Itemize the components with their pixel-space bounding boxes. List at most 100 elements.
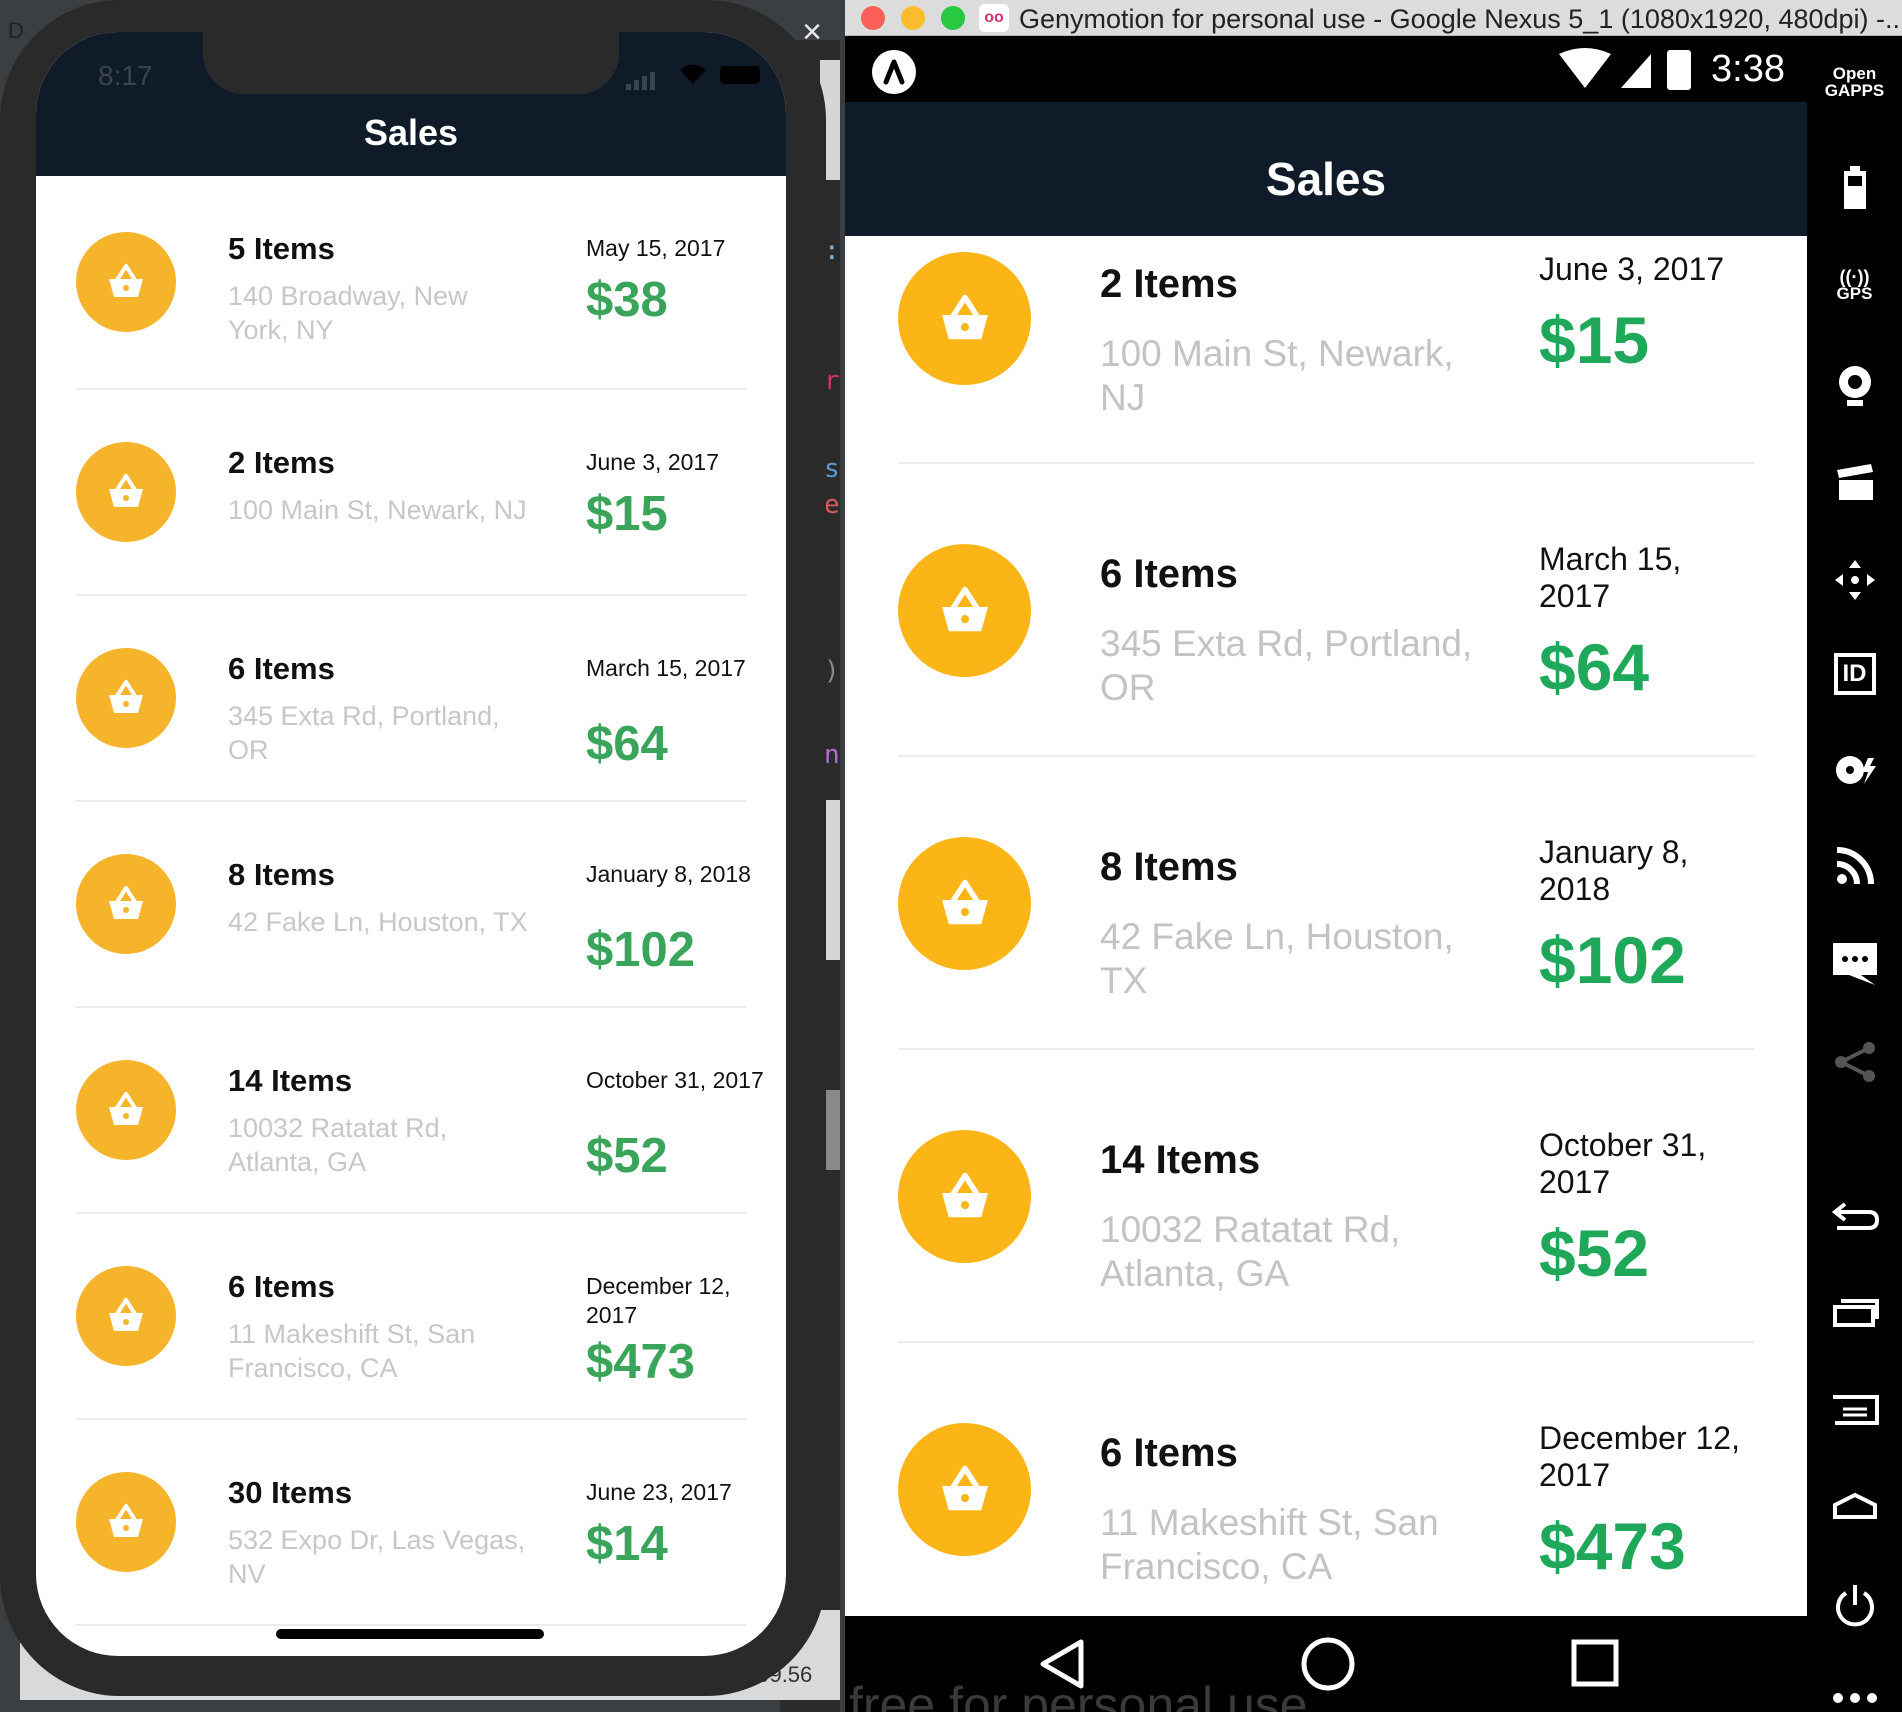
webcam-button[interactable] <box>1807 356 1902 416</box>
sale-item-count: 2 Items <box>228 445 335 480</box>
home-button[interactable] <box>1807 1476 1902 1536</box>
maximize-window-button[interactable] <box>941 6 965 30</box>
sale-item-count: 5 Items <box>228 231 335 266</box>
sale-item-count: 8 Items <box>1100 845 1238 889</box>
menu-button[interactable] <box>1807 1380 1902 1440</box>
editor-fragment: r <box>824 366 840 396</box>
recent-apps-button[interactable] <box>1807 1282 1902 1342</box>
wifi-icon <box>680 64 706 84</box>
sale-price: $64 <box>1539 630 1650 704</box>
sale-row[interactable]: 6 Items 345 Exta Rd, Portland, OR March … <box>898 464 1754 757</box>
open-gapps-label: Open GAPPS <box>1824 64 1885 100</box>
sale-row[interactable]: 14 Items 10032 Ratatat Rd, Atlanta, GA O… <box>76 1008 764 1214</box>
sale-address: 140 Broadway, New York, NY <box>228 281 468 345</box>
message-icon <box>1832 943 1877 985</box>
gps-button[interactable]: ((·)) GPS <box>1807 256 1902 316</box>
home-icon <box>1832 1492 1877 1519</box>
sale-date: May 15, 2017 <box>586 235 726 261</box>
shopping-basket-icon <box>76 232 176 332</box>
sale-row[interactable]: 6 Items 11 Makeshift St, San Francisco, … <box>898 1343 1754 1636</box>
sale-row[interactable]: 8 Items 42 Fake Ln, Houston, TX January … <box>898 757 1754 1050</box>
shopping-basket-icon <box>898 1422 1031 1556</box>
genymotion-logo-icon: oo <box>979 4 1009 32</box>
shopping-basket-icon <box>76 442 176 542</box>
sale-price: $473 <box>1539 1509 1686 1583</box>
shopping-basket-icon <box>76 854 176 954</box>
power-button[interactable] <box>1807 1576 1902 1636</box>
sale-price: $52 <box>586 1129 668 1183</box>
sale-item-count: 14 Items <box>228 1063 353 1098</box>
sale-date: June 3, 2017 <box>586 449 720 475</box>
sale-date: January 8, 2018 <box>1539 834 1689 907</box>
minimize-window-button[interactable] <box>901 6 925 30</box>
ios-notch <box>203 32 619 94</box>
editor-fragment: ) <box>824 656 840 686</box>
sale-address: 100 Main St, Newark, NJ <box>228 495 527 525</box>
dpad-button[interactable] <box>1807 550 1902 610</box>
close-window-button[interactable] <box>861 6 885 30</box>
sales-list-content: 2 Items 100 Main St, Newark, NJ June 3, … <box>845 236 1807 1636</box>
sale-row[interactable]: 14 Items 10032 Ratatat Rd, Atlanta, GA O… <box>898 1050 1754 1343</box>
sale-row[interactable]: 2 Items 100 Main St, Newark, NJ June 3, … <box>76 390 746 596</box>
watermark-text: free for personal use <box>849 1677 1308 1712</box>
disk-io-button[interactable] <box>1807 740 1902 800</box>
sale-address: 100 Main St, Newark, NJ <box>1100 333 1454 418</box>
phone-sms-button[interactable] <box>1807 934 1902 994</box>
battery-button[interactable] <box>1807 158 1902 218</box>
share-icon <box>1834 1042 1875 1082</box>
sale-price: $64 <box>586 717 668 771</box>
window-title: Genymotion for personal use - Google Nex… <box>1019 4 1902 34</box>
sales-list[interactable]: 2 Items 100 Main St, Newark, NJ June 3, … <box>845 236 1807 1652</box>
genymotion-toolbar: Open GAPPS ((·)) GPS ID <box>1807 36 1902 1712</box>
signal-icon <box>1621 54 1651 88</box>
network-button[interactable] <box>1807 836 1902 896</box>
back-button[interactable] <box>1807 1186 1902 1246</box>
sale-row[interactable]: 6 Items 345 Exta Rd, Portland, OR March … <box>76 596 746 802</box>
ios-status-time: 8:17 <box>98 60 153 91</box>
gps-icon: ((·)) <box>1839 267 1870 287</box>
gps-label: GPS <box>1836 284 1873 303</box>
id-label: ID <box>1842 660 1867 687</box>
android-status-time: 3:38 <box>1711 48 1785 90</box>
shopping-basket-icon <box>76 648 176 748</box>
sale-address: 11 Makeshift St, San Francisco, CA <box>228 1319 476 1383</box>
sale-row[interactable]: 2 Items 100 Main St, Newark, NJ June 3, … <box>898 236 1754 464</box>
sale-row[interactable]: 6 Items 11 Makeshift St, San Francisco, … <box>76 1214 746 1420</box>
close-icon[interactable]: × <box>794 14 830 50</box>
more-button[interactable] <box>1807 1668 1902 1712</box>
ios-screen: 8:17 Sales 5 Items 140 Broadway, New Yor… <box>36 32 786 1656</box>
webcam-icon <box>1838 366 1871 406</box>
more-icon <box>1832 1693 1877 1703</box>
home-icon[interactable] <box>1300 1636 1356 1692</box>
sale-row[interactable]: 30 Items 532 Expo Dr, Las Vegas, NV June… <box>76 1420 746 1626</box>
home-indicator[interactable] <box>276 1629 544 1639</box>
sale-date: December 12, 2017 <box>1539 1420 1740 1493</box>
open-gapps-button[interactable]: Open GAPPS <box>1807 52 1902 112</box>
genymotion-title-bar: oo Genymotion for personal use - Google … <box>845 0 1902 36</box>
share-button[interactable] <box>1807 1032 1902 1092</box>
recent-apps-icon[interactable] <box>1570 1638 1620 1688</box>
signal-bar <box>626 84 631 90</box>
sale-item-count: 6 Items <box>228 651 335 686</box>
android-app-bar: Sales <box>845 102 1807 236</box>
sales-list[interactable]: 5 Items 140 Broadway, New York, NY May 1… <box>36 176 786 1626</box>
sale-price: $15 <box>586 487 668 541</box>
sale-row[interactable]: 5 Items 140 Broadway, New York, NY May 1… <box>76 176 746 390</box>
disk-io-icon <box>1835 756 1876 784</box>
sale-row[interactable]: 8 Items 42 Fake Ln, Houston, TX January … <box>76 802 751 1008</box>
sale-item-count: 6 Items <box>228 1269 335 1304</box>
ios-simulator-frame: 8:17 Sales 5 Items 140 Broadway, New Yor… <box>0 0 826 1696</box>
wifi-icon <box>1559 48 1611 88</box>
screencast-button[interactable] <box>1807 452 1902 512</box>
sale-price: $15 <box>1539 303 1650 377</box>
id-icon: ID <box>1833 653 1876 695</box>
battery-icon <box>1667 50 1691 90</box>
sale-price: $473 <box>586 1335 696 1389</box>
shopping-basket-icon <box>898 543 1031 677</box>
sale-price: $38 <box>586 273 668 327</box>
shopping-basket-icon <box>76 1472 176 1572</box>
signal-bar <box>650 72 655 90</box>
background-window-label: D <box>8 18 24 43</box>
device-id-button[interactable]: ID <box>1807 644 1902 704</box>
sale-date: December 12, 2017 <box>586 1273 731 1328</box>
